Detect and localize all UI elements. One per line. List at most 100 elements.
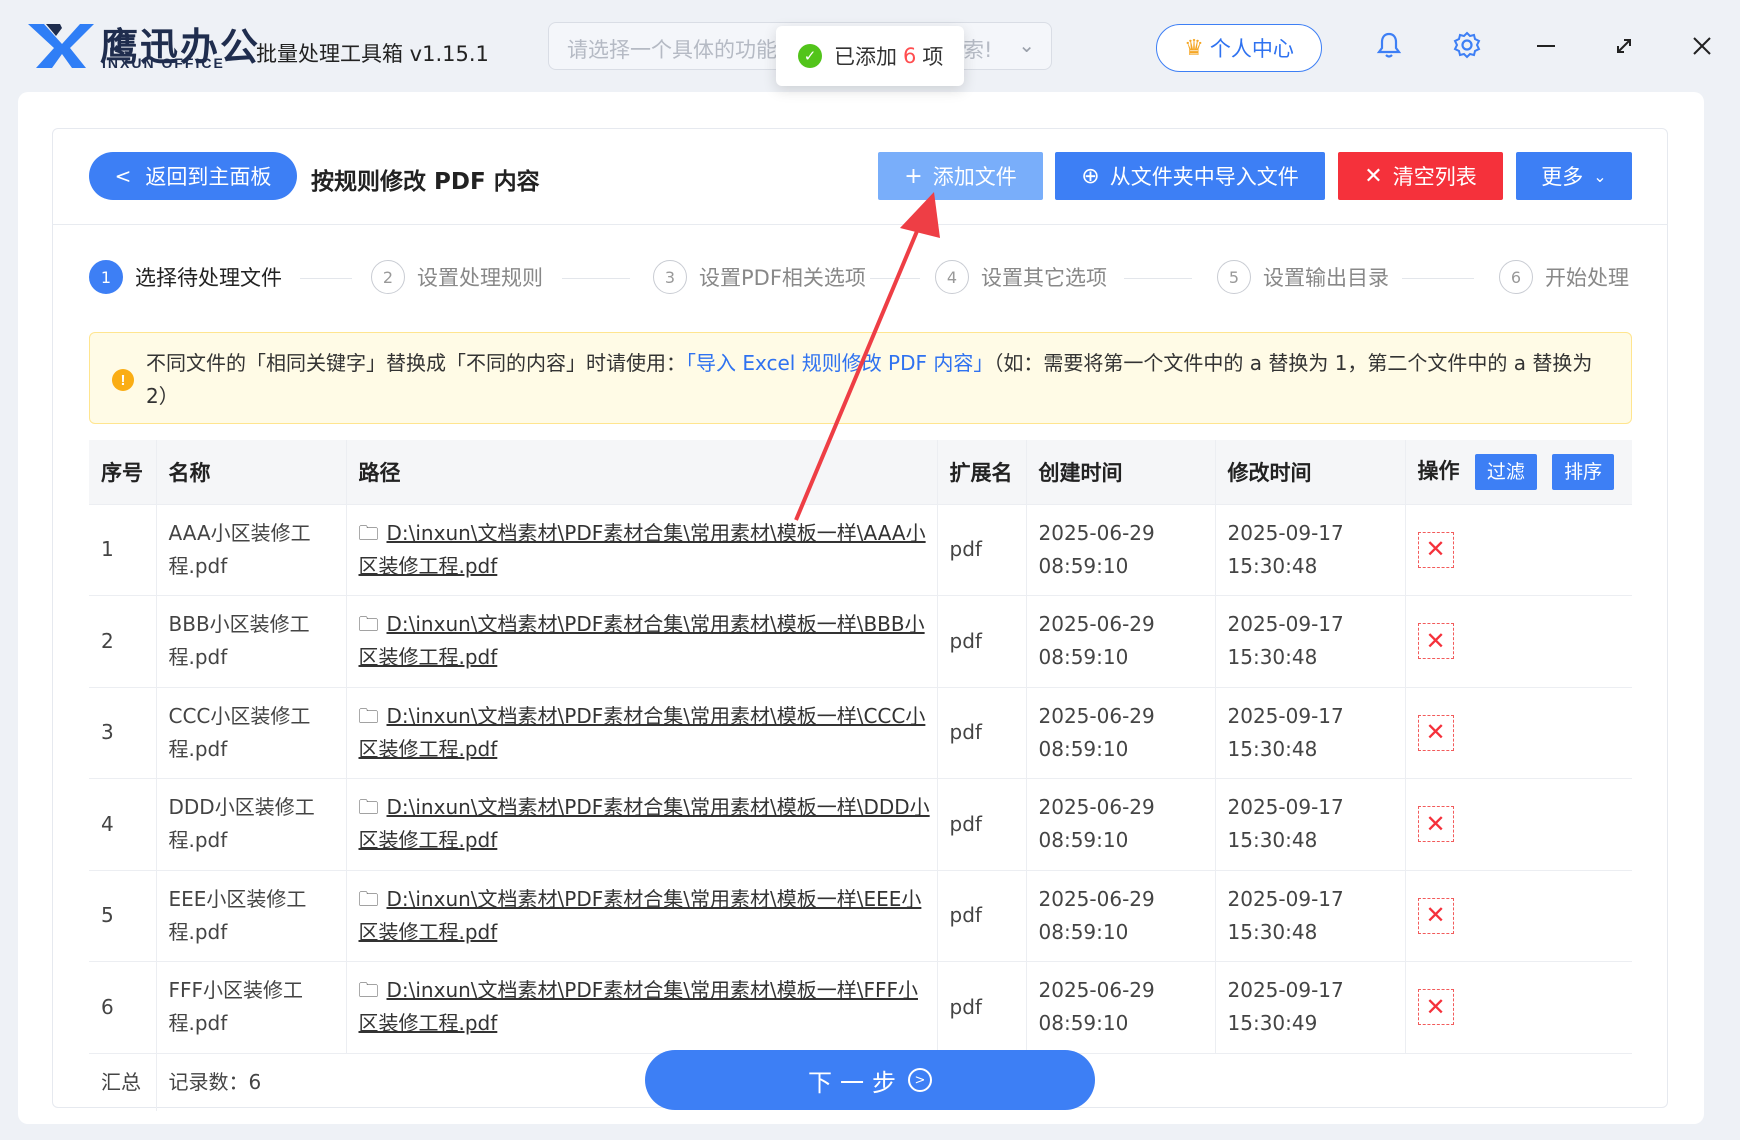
- added-toast: ✓ 已添加 6 项: [776, 26, 964, 86]
- logo-icon: [28, 24, 94, 68]
- notice-text: 不同文件的「相同关键字」替换成「不同的内容」时请使用：「导入 Excel 规则修…: [146, 347, 1616, 413]
- folder-icon[interactable]: 🗀: [359, 791, 379, 824]
- maximize-icon[interactable]: [1604, 26, 1644, 66]
- row-path-link[interactable]: D:\inxun\文档素材\PDF素材合集\常用素材\模板一样\DDD小区装修工…: [359, 795, 930, 852]
- row-index: 6: [89, 961, 157, 1053]
- delete-icon[interactable]: ✕: [1417, 897, 1454, 934]
- app-title: 批量处理工具箱 v1.15.1: [256, 42, 489, 66]
- row-index: 3: [89, 686, 157, 779]
- step-pdf-options: 3 设置PDF相关选项: [653, 260, 866, 294]
- delete-icon[interactable]: ✕: [1417, 989, 1454, 1026]
- toast-suffix: 项: [922, 45, 944, 69]
- close-icon: ✕: [1364, 163, 1383, 189]
- row-modified: 2025-09-17 15:30:48: [1215, 595, 1406, 687]
- step-label: 设置其它选项: [981, 266, 1107, 290]
- row-index: 1: [89, 503, 157, 596]
- row-path-link[interactable]: D:\inxun\文档素材\PDF素材合集\常用素材\模板一样\CCC小区装修工…: [359, 704, 926, 761]
- chevron-down-icon: ⌄: [1593, 166, 1607, 186]
- filter-button[interactable]: 过滤: [1474, 453, 1537, 490]
- delete-icon[interactable]: ✕: [1417, 806, 1454, 843]
- user-center-label: 个人中心: [1209, 37, 1294, 61]
- folder-icon[interactable]: 🗀: [359, 700, 379, 733]
- row-created: 2025-06-29 08:59:10: [1026, 869, 1216, 962]
- col-path: 路径: [346, 440, 938, 504]
- table-header-row: 序号 名称 路径 扩展名 创建时间 修改时间 操作 过滤 排序: [89, 440, 1632, 504]
- row-modified: 2025-09-17 15:30:48: [1215, 778, 1406, 870]
- step-number: 3: [653, 260, 687, 294]
- row-name: CCC小区装修工程.pdf: [156, 686, 347, 779]
- row-name: AAA小区装修工程.pdf: [156, 503, 347, 596]
- file-table: 序号 名称 路径 扩展名 创建时间 修改时间 操作 过滤 排序 1 AAA小区装…: [89, 440, 1632, 1111]
- sort-button[interactable]: 排序: [1552, 453, 1615, 490]
- row-path-cell: 🗀 D:\inxun\文档素材\PDF素材合集\常用素材\模板一样\FFF小区装修…: [346, 961, 938, 1053]
- step-other-options: 4 设置其它选项: [935, 260, 1107, 294]
- row-path-link[interactable]: D:\inxun\文档素材\PDF素材合集\常用素材\模板一样\AAA小区装修工…: [359, 521, 926, 578]
- back-to-main-button[interactable]: < 返回到主面板: [89, 152, 297, 200]
- row-path-cell: 🗀 D:\inxun\文档素材\PDF素材合集\常用素材\模板一样\BBB小区装修…: [346, 595, 938, 687]
- step-connector: [562, 278, 630, 279]
- step-number: 5: [1217, 260, 1251, 294]
- gear-icon[interactable]: [1450, 28, 1484, 62]
- plus-icon: +: [904, 163, 923, 189]
- step-number: 2: [371, 260, 405, 294]
- step-number: 1: [89, 260, 123, 294]
- toast-prefix: 已添加: [834, 45, 897, 69]
- delete-icon[interactable]: ✕: [1417, 531, 1454, 568]
- notice-banner: ! 不同文件的「相同关键字」替换成「不同的内容」时请使用：「导入 Excel 规…: [89, 332, 1632, 424]
- notice-part1: 不同文件的「相同关键字」替换成「不同的内容」时请使用：: [146, 351, 686, 375]
- step-output-dir: 5 设置输出目录: [1217, 260, 1389, 294]
- chevron-left-icon: <: [114, 164, 132, 188]
- toast-count: 6: [903, 44, 917, 68]
- delete-icon[interactable]: ✕: [1417, 623, 1454, 660]
- add-file-button[interactable]: + 添加文件: [878, 152, 1043, 200]
- clear-list-label: 清空列表: [1392, 165, 1477, 189]
- notice-excel-link[interactable]: 「导入 Excel 规则修改 PDF 内容」: [686, 351, 993, 375]
- scrollbar[interactable]: [1712, 100, 1726, 1120]
- minimize-icon[interactable]: [1526, 26, 1566, 66]
- search-placeholder-tail: 索!: [963, 38, 993, 62]
- row-ext: pdf: [937, 686, 1027, 779]
- next-step-label: 下一步: [808, 1068, 904, 1097]
- row-actions: ✕: [1405, 869, 1632, 962]
- title-bar: 鹰迅办公 INXUN OFFICE 批量处理工具箱 v1.15.1 请选择一个具…: [0, 0, 1740, 92]
- table-row: 1 AAA小区装修工程.pdf 🗀 D:\inxun\文档素材\PDF素材合集\常…: [89, 503, 1632, 596]
- folder-icon[interactable]: 🗀: [359, 517, 379, 550]
- row-modified: 2025-09-17 15:30:48: [1215, 503, 1406, 596]
- folder-icon[interactable]: 🗀: [359, 883, 379, 916]
- next-step-button[interactable]: 下一步 >: [645, 1050, 1095, 1110]
- divider: [52, 224, 1668, 225]
- close-icon[interactable]: [1682, 26, 1722, 66]
- step-connector: [1402, 278, 1474, 279]
- check-circle-icon: ✓: [798, 44, 822, 68]
- search-placeholder: 请选择一个具体的功能: [567, 38, 777, 62]
- row-actions: ✕: [1405, 961, 1632, 1053]
- row-created: 2025-06-29 08:59:10: [1026, 961, 1216, 1053]
- row-path-link[interactable]: D:\inxun\文档素材\PDF素材合集\常用素材\模板一样\BBB小区装修工…: [359, 612, 925, 669]
- import-folder-button[interactable]: ⊕ 从文件夹中导入文件: [1055, 152, 1325, 200]
- warning-icon: !: [112, 369, 134, 391]
- row-path-link[interactable]: D:\inxun\文档素材\PDF素材合集\常用素材\模板一样\EEE小区装修工…: [359, 887, 922, 944]
- step-label: 选择待处理文件: [135, 266, 282, 290]
- col-actions: 操作 过滤 排序: [1405, 440, 1632, 504]
- more-button[interactable]: 更多 ⌄: [1516, 152, 1632, 200]
- step-number: 6: [1499, 260, 1533, 294]
- row-ext: pdf: [937, 503, 1027, 596]
- col-modified: 修改时间: [1215, 440, 1406, 504]
- row-created: 2025-06-29 08:59:10: [1026, 686, 1216, 779]
- row-index: 4: [89, 778, 157, 870]
- row-name: EEE小区装修工程.pdf: [156, 869, 347, 962]
- back-label: 返回到主面板: [145, 165, 272, 189]
- row-path-link[interactable]: D:\inxun\文档素材\PDF素材合集\常用素材\模板一样\FFF小区装修工…: [359, 978, 918, 1035]
- row-name: FFF小区装修工程.pdf: [156, 961, 347, 1053]
- row-modified: 2025-09-17 15:30:49: [1215, 961, 1406, 1053]
- folder-icon[interactable]: 🗀: [359, 608, 379, 641]
- delete-icon[interactable]: ✕: [1417, 714, 1454, 751]
- clear-list-button[interactable]: ✕ 清空列表: [1338, 152, 1503, 200]
- folder-icon[interactable]: 🗀: [359, 974, 379, 1007]
- row-name: DDD小区装修工程.pdf: [156, 778, 347, 870]
- row-path-cell: 🗀 D:\inxun\文档素材\PDF素材合集\常用素材\模板一样\EEE小区装修…: [346, 869, 938, 962]
- user-center-button[interactable]: ♛ 个人中心: [1156, 24, 1322, 72]
- page-title: 按规则修改 PDF 内容: [311, 169, 540, 195]
- bell-icon[interactable]: [1372, 28, 1406, 62]
- summary-label: 汇总: [89, 1052, 157, 1111]
